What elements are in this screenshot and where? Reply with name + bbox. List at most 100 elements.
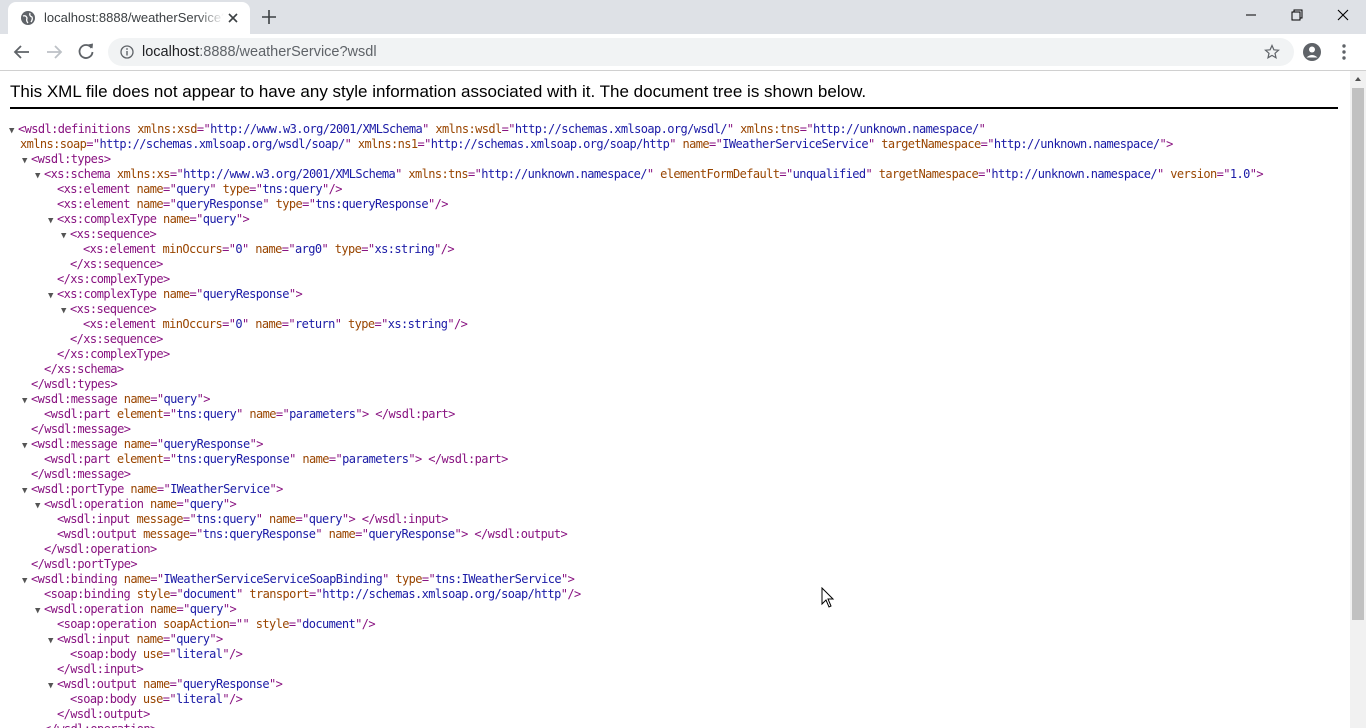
xml-tag-text: "/> xyxy=(560,587,581,601)
minimize-icon[interactable] xyxy=(1241,6,1261,24)
xml-tag-text: </wsdl:output> xyxy=(57,707,150,721)
xml-attr-value: IWeatherServiceService xyxy=(722,137,868,151)
xml-line[interactable]: ▼ <wsdl:input name="query"> xyxy=(48,632,223,647)
collapse-triangle-icon[interactable]: ▼ xyxy=(35,499,44,514)
xml-line[interactable]: ▼ <wsdl:binding name="IWeatherServiceServ… xyxy=(22,572,575,589)
xml-attr-name: name xyxy=(117,392,151,406)
xml-tag-text: " xyxy=(868,137,875,151)
xml-attr-value: IWeatherServiceServiceSoapBinding xyxy=(163,572,383,586)
collapse-triangle-icon[interactable]: ▼ xyxy=(48,289,57,304)
xml-line[interactable]: ▼ <xs:complexType name="query"> xyxy=(48,212,250,229)
xml-tag-text: "> xyxy=(288,287,303,301)
xml-tag-text: " xyxy=(382,572,389,586)
xml-attr-value: http://unknown.namespace/ xyxy=(813,122,979,136)
info-icon[interactable] xyxy=(120,45,134,59)
menu-dots-icon[interactable] xyxy=(1340,42,1348,62)
profile-avatar-icon[interactable] xyxy=(1302,42,1322,62)
xml-attr-name: type xyxy=(216,182,250,196)
xml-attr-name: style xyxy=(130,587,171,601)
xml-tag-text: " xyxy=(1157,167,1164,181)
xml-tag-text: <xs:complexType xyxy=(57,287,157,301)
collapse-triangle-icon[interactable]: ▼ xyxy=(61,229,70,244)
xml-tag-text: "> xyxy=(222,497,237,511)
xml-line: </xs:schema> xyxy=(35,362,124,377)
xml-tag-text: <wsdl:operation xyxy=(44,602,144,616)
collapse-triangle-icon[interactable]: ▼ xyxy=(22,574,31,589)
xml-line[interactable]: ▼ <wsdl:message name="query"> xyxy=(22,392,210,407)
scrollbar-thumb[interactable] xyxy=(1352,88,1364,620)
xml-tag-text: =" xyxy=(189,287,204,301)
xml-line[interactable]: ▼ <wsdl:portType name="IWeatherService"> xyxy=(22,482,283,497)
new-tab-icon[interactable] xyxy=(260,8,278,26)
xml-line[interactable]: ▼ <xs:complexType name="queryResponse"> xyxy=(48,287,303,304)
xml-tag-text: " xyxy=(395,167,402,181)
url-text[interactable]: localhost:8888/weatherService?wsdl xyxy=(142,44,377,60)
xml-tag-text: =" xyxy=(163,452,177,466)
collapse-triangle-icon[interactable]: ▼ xyxy=(22,439,31,454)
xml-line: <soap:binding style="document" transport… xyxy=(35,587,581,602)
collapse-triangle-icon[interactable]: ▼ xyxy=(48,634,57,649)
xml-tag-text: =" xyxy=(421,572,436,586)
xml-tag-text: "> </wsdl:part> xyxy=(408,452,508,466)
xml-tag-text: " xyxy=(669,137,676,151)
xml-tag-text: =" xyxy=(162,692,177,706)
xml-line: <wsdl:input message="tns:query" name="qu… xyxy=(48,512,448,527)
xml-style-notice: This XML file does not appear to have an… xyxy=(10,81,1338,109)
xml-tag-text: <xs:element xyxy=(57,182,130,196)
back-arrow-icon[interactable] xyxy=(12,42,32,62)
restore-icon[interactable] xyxy=(1287,6,1307,24)
collapse-triangle-icon[interactable]: ▼ xyxy=(22,394,31,409)
window-close-icon[interactable] xyxy=(1333,6,1353,24)
xml-tag-text: =" xyxy=(799,122,814,136)
scroll-up-arrow-icon[interactable] xyxy=(1354,75,1362,83)
xml-attr-name: targetNamespace xyxy=(872,167,979,181)
collapse-triangle-icon[interactable]: ▼ xyxy=(61,304,70,319)
xml-line[interactable]: ▼ <xs:sequence> xyxy=(61,302,157,319)
collapse-triangle-icon[interactable]: ▼ xyxy=(22,484,31,499)
vertical-scrollbar[interactable] xyxy=(1350,71,1366,728)
xml-tag-text: =" xyxy=(196,122,211,136)
xml-line[interactable]: ▼ <wsdl:operation name="query"> xyxy=(35,497,237,514)
xml-line: </xs:complexType> xyxy=(48,347,170,362)
xml-attr-value: 0 xyxy=(235,317,242,331)
address-bar[interactable]: localhost:8888/weatherService?wsdl xyxy=(108,38,1294,66)
xml-attr-name: name xyxy=(156,212,190,226)
xml-tag-text: =" xyxy=(288,617,303,631)
xml-line: </wsdl:types> xyxy=(22,377,118,392)
xml-attr-value: 0 xyxy=(235,242,242,256)
collapse-triangle-icon[interactable]: ▼ xyxy=(9,124,18,139)
xml-tag-text: <soap:binding xyxy=(44,587,131,601)
xml-attr-name: xmlns:tns xyxy=(401,167,468,181)
xml-line: </wsdl:operation> xyxy=(35,542,157,557)
xml-tag-text: "> xyxy=(269,677,283,691)
xml-tag-text: </xs:complexType> xyxy=(57,347,170,361)
xml-line[interactable]: ▼ <wsdl:types> xyxy=(22,152,111,167)
collapse-triangle-icon[interactable]: ▼ xyxy=(48,679,57,694)
xml-attr-value: http://schemas.xmlsoap.org/soap/http xyxy=(322,587,561,601)
collapse-triangle-icon[interactable]: ▼ xyxy=(22,154,31,169)
xml-tag-text: =" xyxy=(222,317,236,331)
xml-line[interactable]: ▼ <wsdl:message name="queryResponse"> xyxy=(22,437,263,452)
close-icon[interactable] xyxy=(226,11,240,25)
xml-tag-text: <xs:schema xyxy=(44,167,111,181)
xml-line[interactable]: ▼ <wsdl:output name="queryResponse"> xyxy=(48,677,283,694)
browser-tab[interactable]: localhost:8888/weatherService?wsdl xyxy=(8,2,250,34)
xml-tag-text: =" xyxy=(417,137,432,151)
xml-tag-text: </wsdl:operation> xyxy=(44,722,157,728)
collapse-triangle-icon[interactable]: ▼ xyxy=(35,604,44,619)
xml-line[interactable]: ▼ <xs:schema xmlns:xs="http://www.w3.org/… xyxy=(35,167,1264,184)
xml-tag-text: "/> xyxy=(222,647,243,661)
forward-arrow-icon[interactable] xyxy=(44,42,64,62)
xml-tag-text: <wsdl:portType xyxy=(31,482,124,496)
xml-attr-value: literal xyxy=(176,647,223,661)
reload-icon[interactable] xyxy=(76,42,96,62)
xml-line[interactable]: ▼ <wsdl:operation name="query"> xyxy=(35,602,237,619)
bookmark-star-icon[interactable] xyxy=(1264,44,1280,60)
xml-line[interactable]: ▼ <xs:sequence> xyxy=(61,227,157,244)
xml-line[interactable]: ▼ <wsdl:definitions xmlns:xsd="http://www… xyxy=(9,122,986,139)
collapse-triangle-icon[interactable]: ▼ xyxy=(35,169,44,184)
xml-tag-text: "> xyxy=(235,212,250,226)
collapse-triangle-icon[interactable]: ▼ xyxy=(48,214,57,229)
xml-line: </wsdl:operation> xyxy=(35,722,157,728)
xml-tag-text: <wsdl:message xyxy=(31,392,118,406)
